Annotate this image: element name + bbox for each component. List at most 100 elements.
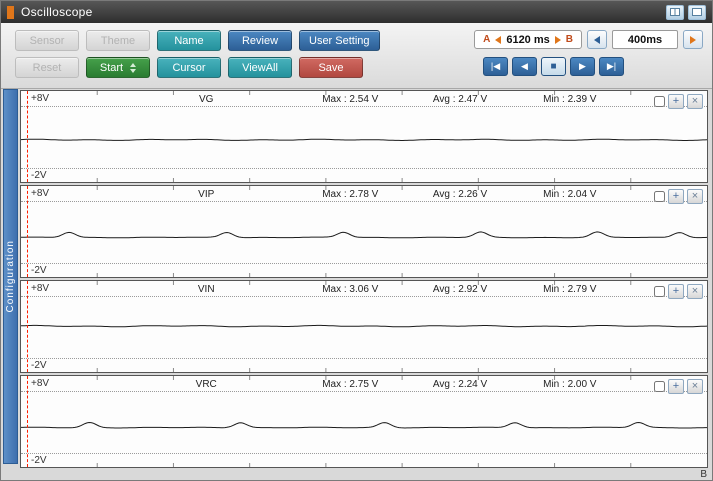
cursor-a-line[interactable] — [27, 186, 28, 277]
channels-area: Configuration +8V -2V VG Max : 2.54 V Av… — [1, 89, 712, 480]
channel-panel-vip: +8V -2V VIP Max : 2.78 V Avg : 2.26 V Mi… — [20, 185, 708, 278]
gridline-top — [21, 391, 707, 392]
cursor-b-label: B — [565, 34, 573, 45]
channel-name: VIN — [197, 284, 215, 295]
channel-panel-vin: +8V -2V VIN Max : 3.06 V Avg : 2.92 V Mi… — [20, 280, 708, 373]
channel-checkbox[interactable] — [654, 191, 665, 202]
min-value: Min : 2.39 V — [543, 94, 597, 105]
sensor-button[interactable]: Sensor — [15, 30, 79, 51]
timebase-prev-button[interactable] — [587, 30, 607, 49]
rewind-button[interactable]: ◀ — [512, 57, 537, 76]
gridline-bottom — [21, 358, 707, 359]
expand-button[interactable]: + — [668, 94, 684, 109]
toolbar: Sensor Theme Name Review User Setting Re… — [1, 23, 712, 89]
reset-button[interactable]: Reset — [15, 57, 79, 78]
viewall-button[interactable]: ViewAll — [228, 57, 292, 78]
avg-value: Avg : 2.26 V — [432, 189, 488, 200]
gridline-top — [21, 106, 707, 107]
start-button-label: Start — [99, 61, 124, 74]
cursor-a-line[interactable] — [27, 376, 28, 467]
playback-controls: |◀ ◀ ■ ▶ ▶| — [483, 57, 624, 76]
title-bar: Oscilloscope — [1, 1, 712, 23]
min-value: Min : 2.00 V — [543, 379, 597, 390]
avg-value: Avg : 2.92 V — [432, 284, 488, 295]
expand-button[interactable]: + — [668, 189, 684, 204]
skip-last-button[interactable]: ▶| — [599, 57, 624, 76]
cursor-a-line[interactable] — [27, 281, 28, 372]
cursor-button[interactable]: Cursor — [157, 57, 221, 78]
bottom-voltage-label: -2V — [31, 455, 47, 466]
channel-checkbox[interactable] — [654, 286, 665, 297]
channel-panels: +8V -2V VG Max : 2.54 V Avg : 2.47 V Min… — [20, 90, 708, 470]
user-setting-button[interactable]: User Setting — [299, 30, 380, 51]
close-button[interactable]: × — [687, 284, 703, 299]
timebase-value[interactable]: 400ms — [612, 30, 678, 49]
time-range-cluster: A 6120 ms B 400ms — [474, 30, 703, 49]
oscilloscope-window: Oscilloscope Sensor Theme Name Review Us… — [0, 0, 713, 481]
max-value: Max : 3.06 V — [322, 284, 379, 295]
save-button[interactable]: Save — [299, 57, 363, 78]
configuration-tab[interactable]: Configuration — [3, 89, 18, 464]
bottom-voltage-label: -2V — [31, 265, 47, 276]
gridline-bottom — [21, 168, 707, 169]
configuration-tab-label: Configuration — [5, 240, 16, 313]
stop-button[interactable]: ■ — [541, 57, 566, 76]
cursor-a-line[interactable] — [27, 91, 28, 182]
start-button[interactable]: Start — [86, 57, 150, 78]
cursor-b-marker: B — [700, 469, 707, 480]
bottom-voltage-label: -2V — [31, 360, 47, 371]
right-arrow-icon — [690, 35, 696, 44]
b-arrow-icon — [554, 35, 561, 44]
channel-checkbox[interactable] — [654, 96, 665, 107]
a-arrow-icon — [495, 35, 502, 44]
channel-panel-vrc: +8V -2V VRC Max : 2.75 V Avg : 2.24 V Mi… — [20, 375, 708, 468]
channel-panel-vg: +8V -2V VG Max : 2.54 V Avg : 2.47 V Min… — [20, 90, 708, 183]
window-title: Oscilloscope — [21, 5, 93, 19]
panel-controls: + × — [654, 284, 703, 299]
theme-button[interactable]: Theme — [86, 30, 150, 51]
left-arrow-icon — [594, 35, 600, 44]
maximize-window-icon — [692, 8, 702, 16]
gridline-top — [21, 201, 707, 202]
channel-name: VRC — [195, 379, 217, 390]
split-window-button[interactable] — [666, 4, 684, 20]
max-value: Max : 2.78 V — [322, 189, 379, 200]
top-voltage-label: +8V — [31, 188, 50, 199]
close-button[interactable]: × — [687, 94, 703, 109]
panel-controls: + × — [654, 189, 703, 204]
avg-value: Avg : 2.24 V — [432, 379, 488, 390]
titlebar-accent — [7, 5, 14, 19]
max-value: Max : 2.54 V — [322, 94, 379, 105]
skip-first-button[interactable]: |◀ — [483, 57, 508, 76]
expand-button[interactable]: + — [668, 284, 684, 299]
name-button[interactable]: Name — [157, 30, 221, 51]
play-button[interactable]: ▶ — [570, 57, 595, 76]
panel-controls: + × — [654, 379, 703, 394]
channel-name: VIP — [198, 189, 215, 200]
review-button[interactable]: Review — [228, 30, 292, 51]
top-voltage-label: +8V — [31, 93, 50, 104]
panel-controls: + × — [654, 94, 703, 109]
channel-checkbox[interactable] — [654, 381, 665, 392]
maximize-window-button[interactable] — [688, 4, 706, 20]
expand-button[interactable]: + — [668, 379, 684, 394]
split-window-icon — [670, 8, 680, 16]
bottom-voltage-label: -2V — [31, 170, 47, 181]
channel-name: VG — [198, 94, 214, 105]
gridline-top — [21, 296, 707, 297]
cursor-a-label: A — [483, 34, 491, 45]
min-value: Min : 2.04 V — [543, 189, 597, 200]
ab-range-display: A 6120 ms B — [474, 30, 582, 49]
gridline-bottom — [21, 453, 707, 454]
close-button[interactable]: × — [687, 189, 703, 204]
top-voltage-label: +8V — [31, 378, 50, 389]
top-voltage-label: +8V — [31, 283, 50, 294]
max-value: Max : 2.75 V — [322, 379, 379, 390]
avg-value: Avg : 2.47 V — [432, 94, 488, 105]
timebase-next-button[interactable] — [683, 30, 703, 49]
spinner-icon — [130, 62, 137, 73]
ab-range-value: 6120 ms — [506, 33, 550, 46]
gridline-bottom — [21, 263, 707, 264]
min-value: Min : 2.79 V — [543, 284, 597, 295]
close-button[interactable]: × — [687, 379, 703, 394]
